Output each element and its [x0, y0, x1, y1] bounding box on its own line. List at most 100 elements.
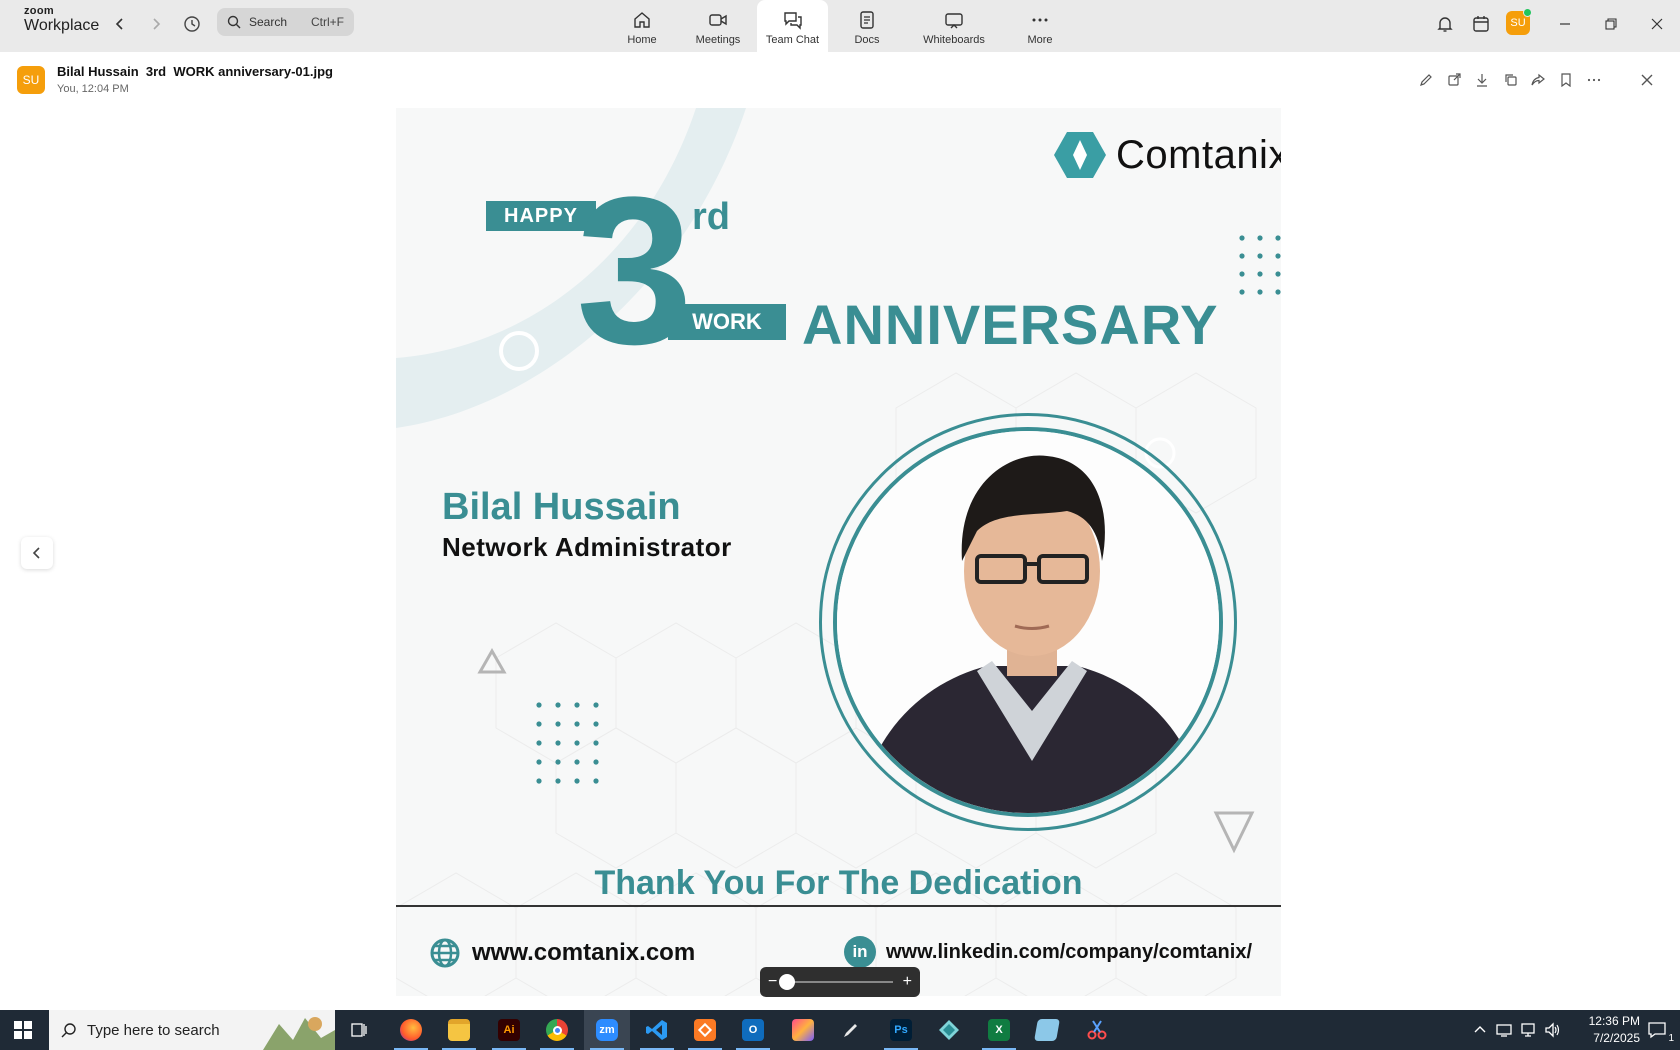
firefox-icon[interactable] — [388, 1010, 434, 1050]
video-icon — [709, 14, 727, 26]
tab-label: Home — [627, 34, 657, 46]
linkedin-icon: in — [844, 936, 876, 968]
decor-dot — [1257, 271, 1263, 277]
search-shortcut: Ctrl+F — [311, 15, 344, 29]
home-icon — [634, 12, 650, 28]
copy-icon[interactable] — [1501, 70, 1521, 90]
employee-name: Bilal Hussain — [442, 486, 681, 528]
illustrator-icon[interactable]: Ai — [486, 1010, 532, 1050]
taskbar-search-placeholder: Type here to search — [87, 1021, 220, 1039]
decor-dot — [593, 721, 599, 727]
creative-cloud-icon[interactable] — [780, 1010, 826, 1050]
calendar-icon[interactable] — [1469, 12, 1493, 36]
sender-avatar: SU — [17, 66, 45, 94]
outlook-icon[interactable]: O — [730, 1010, 776, 1050]
zoom-icon[interactable]: zm — [584, 1010, 630, 1050]
vscode-icon[interactable] — [634, 1010, 680, 1050]
pen-tool-icon[interactable] — [828, 1010, 874, 1050]
task-view-icon[interactable] — [336, 1010, 382, 1050]
notification-center-icon[interactable]: 1 — [1634, 1010, 1680, 1050]
notification-bell-icon[interactable] — [1433, 12, 1457, 36]
edit-icon[interactable] — [1416, 70, 1436, 90]
history-icon[interactable] — [180, 12, 204, 36]
decor-dot — [593, 740, 599, 746]
chrome-icon[interactable] — [534, 1010, 580, 1050]
tab-meetings[interactable]: Meetings — [690, 0, 746, 52]
chevron-left-icon — [32, 547, 40, 559]
tab-more[interactable]: More — [1024, 0, 1056, 52]
decor-dot — [555, 702, 561, 708]
anniversary-image: Comtanix HAPPY 3 rd WORK ANNIVERSARY Bil… — [396, 108, 1281, 996]
previous-image-button[interactable] — [21, 537, 53, 569]
search-icon — [61, 1023, 76, 1038]
tab-home[interactable]: Home — [620, 0, 664, 52]
website-line: www.comtanix.com — [430, 938, 695, 968]
excel-icon[interactable]: X — [976, 1010, 1022, 1050]
presence-indicator — [1523, 8, 1532, 17]
decor-dot — [574, 702, 580, 708]
decor-dot — [1275, 289, 1281, 295]
decor-dot — [1257, 253, 1263, 259]
close-window-icon[interactable] — [1645, 12, 1669, 36]
taskbar-clock[interactable]: 12:36 PM 7/2/2025 — [1560, 1013, 1640, 1047]
globe-icon — [430, 938, 460, 968]
display-settings-icon[interactable] — [1491, 1010, 1517, 1050]
decor-dot — [593, 759, 599, 765]
decor-dot — [574, 721, 580, 727]
employee-role: Network Administrator — [442, 532, 732, 562]
chat-icon — [783, 12, 802, 30]
website-url: www.comtanix.com — [472, 939, 696, 966]
comtanix-logo: Comtanix — [1054, 132, 1281, 178]
linkedin-line: in www.linkedin.com/company/comtanix/ — [844, 936, 1252, 968]
logo-top: zoom — [24, 5, 54, 17]
zoom-thumb[interactable] — [779, 974, 796, 990]
zoom-track[interactable] — [779, 974, 893, 990]
back-icon[interactable] — [108, 12, 132, 36]
search-icon — [227, 15, 241, 29]
tab-team-chat[interactable]: Team Chat — [757, 0, 828, 52]
bookmark-icon[interactable] — [1556, 70, 1576, 90]
taskbar-search-input[interactable]: Type here to search — [49, 1010, 335, 1050]
network-icon[interactable] — [1515, 1010, 1541, 1050]
employee-photo — [833, 427, 1223, 817]
decor-dot — [1275, 271, 1281, 277]
zoom-slider-bar: − + — [760, 967, 920, 997]
decor-dot — [1239, 253, 1245, 259]
ordinal-suffix: rd — [692, 196, 730, 238]
photoshop-icon[interactable]: Ps — [878, 1010, 924, 1050]
share-icon[interactable] — [1528, 70, 1548, 90]
tab-whiteboards[interactable]: Whiteboards — [918, 0, 990, 52]
zoom-workplace-logo[interactable]: zoom Workplace — [24, 6, 99, 34]
more-options-icon[interactable] — [1584, 70, 1604, 90]
show-hidden-icons-icon[interactable] — [1467, 1010, 1493, 1050]
decor-dot — [593, 778, 599, 784]
decor-dot — [1239, 235, 1245, 241]
restore-icon[interactable] — [1599, 12, 1623, 36]
zoom-out-button[interactable]: − — [768, 973, 777, 991]
thanks-message: Thank You For The Dedication — [594, 864, 1083, 902]
decor-dot — [555, 721, 561, 727]
decor-dot — [536, 778, 542, 784]
title-bar: zoom Workplace Search Ctrl+F Home Meetin… — [0, 0, 1680, 52]
close-viewer-icon[interactable] — [1637, 70, 1657, 90]
file-explorer-icon[interactable] — [436, 1010, 482, 1050]
zoom-in-button[interactable]: + — [903, 973, 912, 991]
start-button[interactable] — [0, 1010, 46, 1050]
brand-name: Comtanix — [1116, 132, 1281, 177]
windows-logo-icon — [14, 1021, 32, 1039]
download-icon[interactable] — [1472, 70, 1492, 90]
open-external-icon[interactable] — [1444, 70, 1464, 90]
diamond-app-icon[interactable] — [926, 1010, 972, 1050]
snipping-icon[interactable] — [1074, 1010, 1120, 1050]
decor-dot — [555, 778, 561, 784]
minimize-icon[interactable] — [1553, 12, 1577, 36]
decor-dot — [574, 740, 580, 746]
tab-label: Meetings — [695, 34, 741, 46]
xampp-icon[interactable] — [682, 1010, 728, 1050]
notepad-icon[interactable] — [1024, 1010, 1070, 1050]
forward-icon[interactable] — [144, 12, 168, 36]
tab-docs[interactable]: Docs — [848, 0, 886, 52]
logo-bottom: Workplace — [24, 17, 100, 34]
search-input[interactable]: Search Ctrl+F — [217, 8, 354, 36]
decor-dot — [1239, 289, 1245, 295]
